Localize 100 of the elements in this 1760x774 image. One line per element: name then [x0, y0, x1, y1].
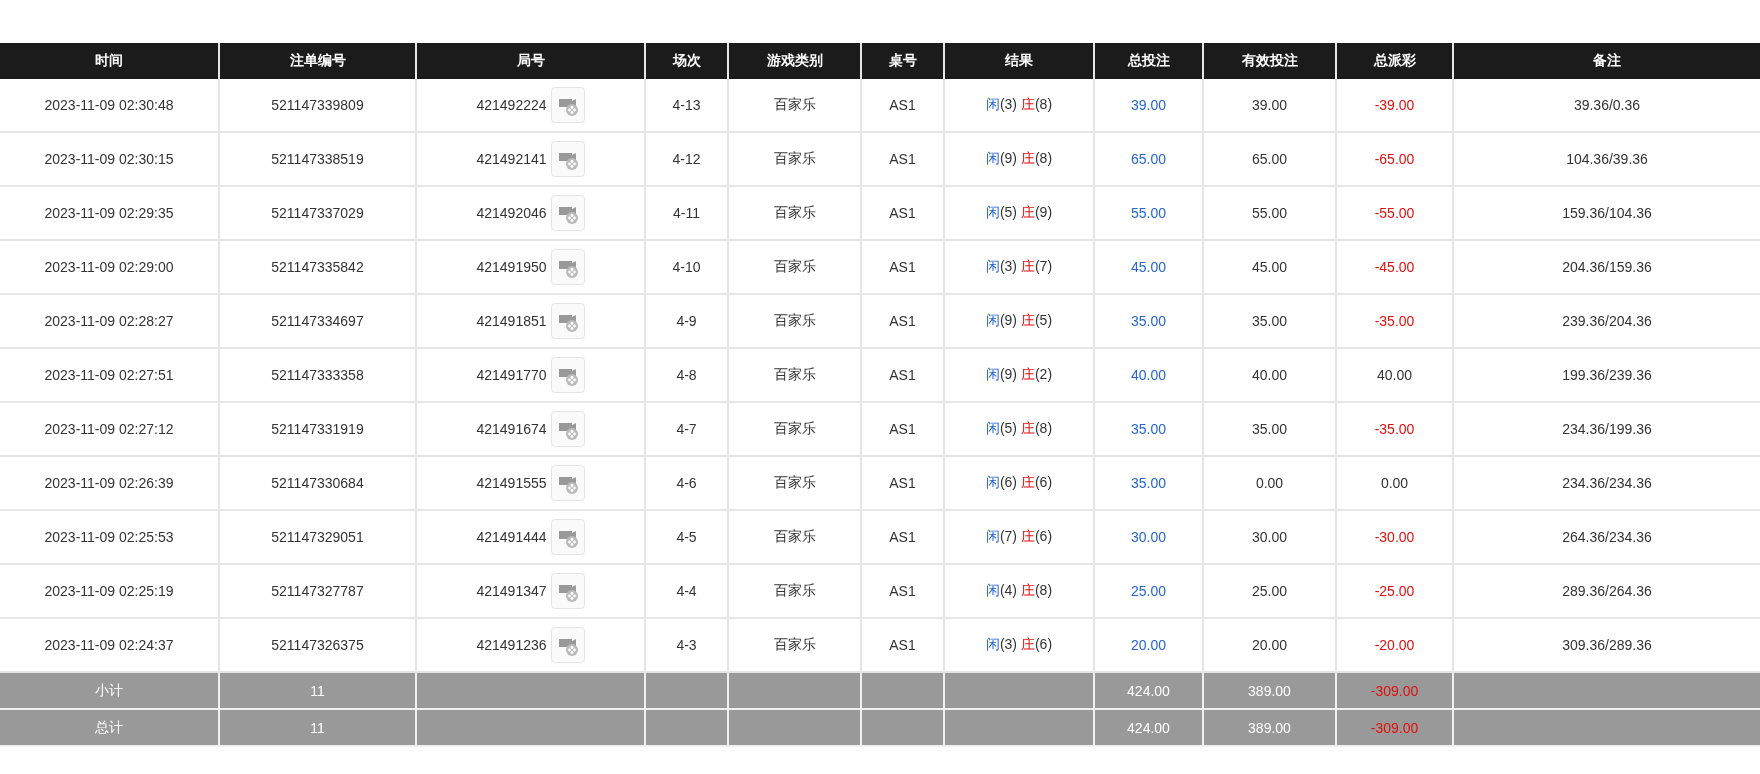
film-reel-icon[interactable] — [550, 195, 585, 231]
round-id: 421492141 — [476, 151, 547, 167]
table-cell: -30.00 — [1336, 510, 1453, 564]
table-cell: 2023-11-09 02:25:19 — [0, 564, 219, 618]
table-cell: 2023-11-09 02:29:00 — [0, 240, 219, 294]
table-cell: 39.00 — [1203, 79, 1336, 132]
table-cell: 百家乐 — [728, 348, 861, 402]
column-header: 游戏类别 — [728, 43, 861, 79]
table-cell: 521147337029 — [219, 186, 416, 240]
table-cell: 199.36/239.36 — [1453, 348, 1760, 402]
column-header: 有效投注 — [1203, 43, 1336, 79]
table-cell: 264.36/234.36 — [1453, 510, 1760, 564]
table-cell: 25.00 — [1203, 564, 1336, 618]
table-cell: 40.00 — [1336, 348, 1453, 402]
round-id: 421491347 — [476, 583, 547, 599]
table-cell: 百家乐 — [728, 79, 861, 132]
table-cell: 0.00 — [1336, 456, 1453, 510]
film-reel-icon[interactable] — [550, 627, 585, 663]
table-cell: AS1 — [861, 402, 944, 456]
table-cell: 2023-11-09 02:27:51 — [0, 348, 219, 402]
result-cell: 闲(7) 庄(6) — [944, 510, 1094, 564]
film-reel-icon[interactable] — [550, 411, 585, 447]
table-cell: 521147333358 — [219, 348, 416, 402]
table-cell: 239.36/204.36 — [1453, 294, 1760, 348]
table-cell: 204.36/159.36 — [1453, 240, 1760, 294]
round-id: 421491674 — [476, 421, 547, 437]
round-id: 421491950 — [476, 259, 547, 275]
column-header: 备注 — [1453, 43, 1760, 79]
table-cell: 2023-11-09 02:30:15 — [0, 132, 219, 186]
table-cell: 4-5 — [645, 510, 728, 564]
table-cell: 11 — [219, 709, 416, 746]
column-header: 桌号 — [861, 43, 944, 79]
result-cell: 闲(5) 庄(8) — [944, 402, 1094, 456]
table-cell: 289.36/264.36 — [1453, 564, 1760, 618]
film-reel-icon[interactable] — [550, 87, 585, 123]
table-cell: 40.00 — [1203, 348, 1336, 402]
table-cell: AS1 — [861, 510, 944, 564]
table-cell: 521147335842 — [219, 240, 416, 294]
table-cell: AS1 — [861, 456, 944, 510]
table-cell: 55.00 — [1203, 186, 1336, 240]
round-id: 421491851 — [476, 313, 547, 329]
table-cell: AS1 — [861, 186, 944, 240]
table-cell: 521147329051 — [219, 510, 416, 564]
table-cell: 2023-11-09 02:25:53 — [0, 510, 219, 564]
table-cell: 521147327787 — [219, 564, 416, 618]
table-cell: 35.00 — [1094, 456, 1203, 510]
table-cell: 40.00 — [1094, 348, 1203, 402]
table-cell: AS1 — [861, 294, 944, 348]
round-id: 421492224 — [476, 97, 547, 113]
table-cell: 2023-11-09 02:27:12 — [0, 402, 219, 456]
film-reel-icon[interactable] — [550, 465, 585, 501]
table-cell: AS1 — [861, 348, 944, 402]
table-cell: 389.00 — [1203, 709, 1336, 746]
table-cell: 2023-11-09 02:29:35 — [0, 186, 219, 240]
column-header: 时间 — [0, 43, 219, 79]
column-header: 场次 — [645, 43, 728, 79]
table-cell: -45.00 — [1336, 240, 1453, 294]
table-cell: 45.00 — [1094, 240, 1203, 294]
column-header: 结果 — [944, 43, 1094, 79]
table-cell: 39.00 — [1094, 79, 1203, 132]
table-cell: 百家乐 — [728, 294, 861, 348]
table-cell: -25.00 — [1336, 564, 1453, 618]
table-cell: -309.00 — [1336, 672, 1453, 709]
film-reel-icon[interactable] — [550, 357, 585, 393]
table-cell: 521147334697 — [219, 294, 416, 348]
film-reel-icon[interactable] — [550, 573, 585, 609]
film-reel-icon[interactable] — [550, 519, 585, 555]
result-cell: 闲(9) 庄(2) — [944, 348, 1094, 402]
table-cell: -65.00 — [1336, 132, 1453, 186]
table-cell: 424.00 — [1094, 709, 1203, 746]
table-cell: 总计 — [0, 709, 219, 746]
round-id: 421492046 — [476, 205, 547, 221]
table-cell: AS1 — [861, 564, 944, 618]
table-cell: 4-10 — [645, 240, 728, 294]
film-reel-icon[interactable] — [550, 303, 585, 339]
table-cell: 4-9 — [645, 294, 728, 348]
table-cell: 2023-11-09 02:28:27 — [0, 294, 219, 348]
table-cell: 521147331919 — [219, 402, 416, 456]
table-cell: 65.00 — [1203, 132, 1336, 186]
table-cell: 45.00 — [1203, 240, 1336, 294]
table-cell: 4-6 — [645, 456, 728, 510]
table-cell: 35.00 — [1094, 402, 1203, 456]
table-cell: 55.00 — [1094, 186, 1203, 240]
result-cell: 闲(3) 庄(8) — [944, 79, 1094, 132]
film-reel-icon[interactable] — [550, 141, 585, 177]
table-cell: -35.00 — [1336, 294, 1453, 348]
table-cell: 521147338519 — [219, 132, 416, 186]
table-cell: 39.36/0.36 — [1453, 79, 1760, 132]
table-cell: 65.00 — [1094, 132, 1203, 186]
table-cell: 11 — [219, 672, 416, 709]
table-cell: 30.00 — [1094, 510, 1203, 564]
table-cell: 百家乐 — [728, 402, 861, 456]
table-cell: 389.00 — [1203, 672, 1336, 709]
table-cell: -35.00 — [1336, 402, 1453, 456]
table-cell: 35.00 — [1203, 294, 1336, 348]
film-reel-icon[interactable] — [550, 249, 585, 285]
column-header: 总投注 — [1094, 43, 1203, 79]
table-cell: 234.36/234.36 — [1453, 456, 1760, 510]
table-cell: 百家乐 — [728, 510, 861, 564]
table-cell: AS1 — [861, 132, 944, 186]
